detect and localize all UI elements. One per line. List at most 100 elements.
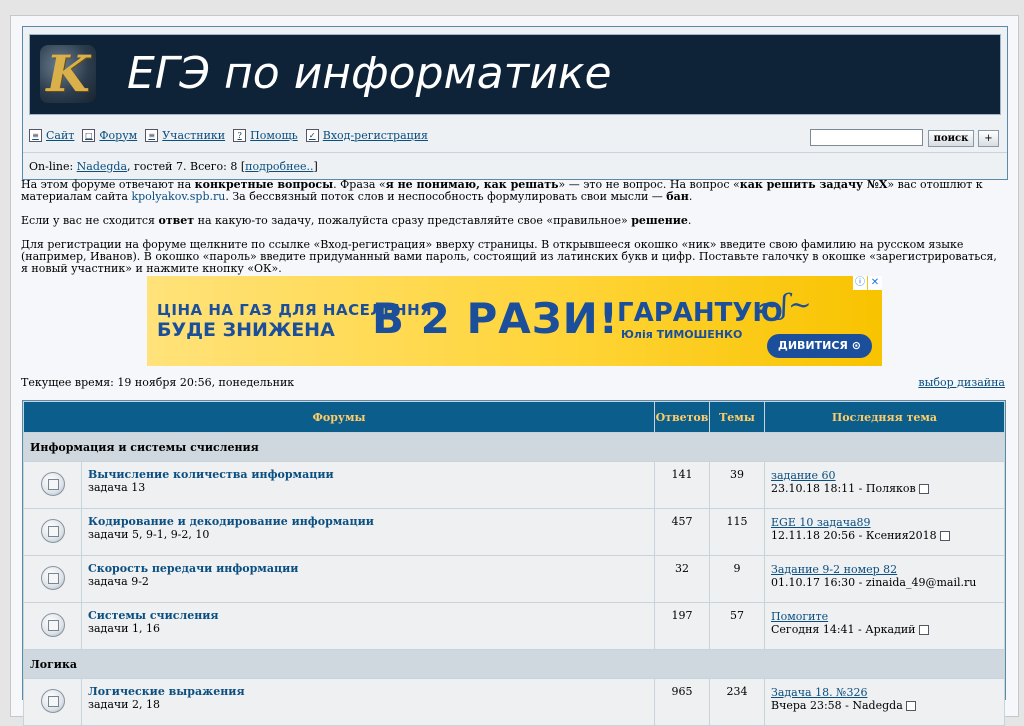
- forum-link[interactable]: Логические выражения: [88, 685, 648, 698]
- last-topic-cell: задание 60 23.10.18 18:11 - Поляков: [765, 462, 1004, 508]
- forum-link[interactable]: Вычисление количества информации: [88, 468, 648, 481]
- ad-info-icon[interactable]: ⓘ: [853, 276, 867, 290]
- last-topic-link[interactable]: Задание 9-2 номер 82: [771, 563, 897, 576]
- nav-item-login[interactable]: ✓ Вход-регистрация: [305, 128, 428, 142]
- text-fragment: .: [688, 190, 693, 203]
- forum-folder-icon: [40, 612, 65, 637]
- site-banner: K ЕГЭ по информатике: [29, 34, 1001, 115]
- site-icon: ≡: [29, 128, 42, 142]
- last-topic-cell: Задание 9-2 номер 82 01.10.17 16:30 - zin…: [765, 556, 1004, 602]
- last-topic-cell: EGE 10 задача89 12.11.18 20:56 - Ксения20…: [765, 509, 1004, 555]
- design-select-link[interactable]: выбор дизайна: [918, 376, 1005, 389]
- topics-count: 115: [710, 509, 764, 555]
- forum-link[interactable]: Кодирование и декодирование информации: [88, 515, 648, 528]
- emphasis-text: ответ: [158, 214, 195, 227]
- topics-count: 9: [710, 556, 764, 602]
- forum-link[interactable]: Скорость передачи информации: [88, 562, 648, 575]
- nav-item-members[interactable]: ≡ Участники: [145, 128, 226, 142]
- forum-description: задача 13: [88, 481, 146, 494]
- logo-icon[interactable]: K: [40, 45, 96, 103]
- forum-folder-icon: [40, 471, 65, 496]
- replies-count: 965: [655, 679, 709, 725]
- forum-folder-icon: [40, 688, 65, 713]
- forum-status-cell: [24, 556, 81, 602]
- nav-bar: ≡ Сайт □ Форум ≡ Участники ? Помощь ✓ Вх…: [29, 125, 436, 145]
- replies-count: 197: [655, 603, 709, 649]
- last-topic-meta: 23.10.18 18:11 - Поляков: [771, 482, 916, 495]
- online-status: On-line: Nadegda, гостей 7. Всего: 8 [по…: [29, 160, 318, 173]
- emphasis-text: решение: [631, 214, 688, 227]
- forum-header: K ЕГЭ по информатике ≡ Сайт □ Форум ≡ Уч…: [22, 26, 1008, 180]
- last-topic-link[interactable]: Помогите: [771, 610, 828, 623]
- text-fragment: на какую-то задачу, пожалуйста сразу пре…: [194, 214, 632, 227]
- nav-item-site[interactable]: ≡ Сайт: [29, 128, 75, 142]
- rules-paragraph-2: Если у вас не сходится ответ на какую-то…: [21, 215, 1006, 227]
- forum-row: Вычисление количества информации задача 1…: [24, 462, 1004, 508]
- forum-description: задачи 5, 9-1, 9-2, 10: [88, 528, 210, 541]
- ad-close-icon[interactable]: ✕: [868, 276, 882, 290]
- last-topic-meta: 01.10.17 16:30 - zinaida_49@mail.ru: [771, 576, 977, 589]
- forum-folder-icon: [40, 518, 65, 543]
- search-button[interactable]: поиск: [928, 130, 974, 147]
- last-topic-link[interactable]: Задача 18. №326: [771, 686, 867, 699]
- last-topic-cell: Помогите Сегодня 14:41 - Аркадий: [765, 603, 1004, 649]
- emphasis-text: как решить задачу №X: [739, 178, 888, 191]
- ad-banner[interactable]: ЦІНА НА ГАЗ ДЛЯ НАСЕЛЕННЯ БУДЕ ЗНИЖЕНА В…: [147, 276, 882, 366]
- nav-item-forum[interactable]: □ Форум: [82, 128, 138, 142]
- forum-row: Логические выражения задачи 2, 18 965 234 За…: [24, 679, 1004, 725]
- forum-name-cell: Логические выражения задачи 2, 18: [82, 679, 654, 725]
- members-icon: ≡: [145, 128, 159, 142]
- forum-name-cell: Системы счисления задачи 1, 16: [82, 603, 654, 649]
- forum-name-cell: Вычисление количества информации задача 1…: [82, 462, 654, 508]
- nav-label: Вход-регистрация: [322, 128, 428, 142]
- forum-row: Кодирование и декодирование информации за…: [24, 509, 1004, 555]
- category-row[interactable]: Логика: [24, 650, 1004, 678]
- forum-status-cell: [24, 679, 81, 725]
- last-topic-link[interactable]: EGE 10 задача89: [771, 516, 871, 529]
- col-forums: Форумы: [24, 402, 654, 432]
- forum-status-cell: [24, 603, 81, 649]
- last-topic-link[interactable]: задание 60: [771, 469, 836, 482]
- go-to-post-icon[interactable]: [905, 701, 916, 711]
- forum-status-cell: [24, 462, 81, 508]
- topics-count: 39: [710, 462, 764, 508]
- emphasis-text: бан: [666, 190, 689, 203]
- nav-label: Сайт: [46, 128, 75, 142]
- search-input[interactable]: [810, 129, 923, 146]
- go-to-post-icon[interactable]: [918, 484, 929, 494]
- ad-controls: ⓘ ✕: [852, 276, 882, 290]
- forum-description: задачи 1, 16: [88, 622, 160, 635]
- header-divider: [23, 152, 1007, 153]
- ad-watch-button[interactable]: ДИВИТИСЯ ⊙: [767, 334, 872, 358]
- forum-icon: □: [82, 128, 96, 142]
- nav-label: Участники: [162, 128, 226, 142]
- nav-item-help[interactable]: ? Помощь: [233, 128, 298, 142]
- go-to-post-icon[interactable]: [918, 625, 929, 635]
- rules-paragraph-3: Для регистрации на форуме щелкните по сс…: [21, 238, 997, 275]
- forum-description: задачи 2, 18: [88, 698, 160, 711]
- online-user-link[interactable]: Nadegda: [77, 160, 127, 173]
- nav-label: Форум: [99, 128, 138, 142]
- col-last: Последняя тема: [765, 402, 1004, 432]
- forum-name-cell: Кодирование и декодирование информации за…: [82, 509, 654, 555]
- text-fragment: .: [687, 214, 692, 227]
- replies-count: 457: [655, 509, 709, 555]
- forum-status-cell: [24, 509, 81, 555]
- topics-count: 57: [710, 603, 764, 649]
- ad-line2: БУДЕ ЗНИЖЕНА: [157, 319, 335, 341]
- help-icon: ?: [233, 128, 247, 142]
- site-link[interactable]: kpolyakov.spb.ru: [131, 190, 225, 203]
- online-counts: , гостей 7. Всего: 8 [: [127, 160, 246, 173]
- topics-count: 234: [710, 679, 764, 725]
- forum-link[interactable]: Системы счисления: [88, 609, 648, 622]
- forum-table-wrap: Форумы Ответов Темы Последняя тема Инфор…: [22, 400, 1006, 726]
- online-more-link[interactable]: подробнее..: [245, 160, 313, 173]
- login-icon: ✓: [305, 128, 319, 142]
- last-topic-meta: 12.11.18 20:56 - Ксения2018: [771, 529, 937, 542]
- forum-table: Форумы Ответов Темы Последняя тема Инфор…: [23, 401, 1005, 726]
- forum-rules: На этом форуме отвечают на конкретные во…: [21, 179, 1006, 287]
- forum-row: Скорость передачи информации задача 9-2 32…: [24, 556, 1004, 602]
- go-to-post-icon[interactable]: [939, 531, 950, 541]
- category-row[interactable]: Информация и системы счисления: [24, 433, 1004, 461]
- advanced-search-button[interactable]: +: [978, 130, 999, 147]
